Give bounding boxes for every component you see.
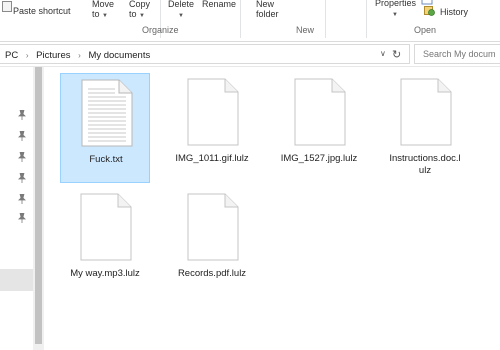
- chevron-down-icon: ▼: [392, 12, 398, 18]
- file-item-fuck-txt[interactable]: Fuck.txt: [60, 73, 150, 183]
- delete-label: Delete: [168, 0, 195, 9]
- blank-file-icon: [187, 193, 239, 261]
- properties-button[interactable]: Properties ▼: [375, 0, 416, 20]
- file-name-line-2: ulz: [418, 165, 432, 176]
- rename-button[interactable]: Rename: [202, 0, 236, 9]
- file-item-records[interactable]: Records.pdf.lulz: [167, 188, 257, 298]
- chevron-down-icon: ▼: [139, 13, 145, 19]
- ribbon: Paste shortcut Move to ▼ Copy to ▼ Delet…: [0, 0, 500, 42]
- text-file-icon: [81, 79, 133, 147]
- blank-file-icon: [187, 78, 239, 146]
- group-label-new: New: [296, 25, 315, 35]
- ribbon-separator: [366, 0, 367, 38]
- ribbon-separator: [240, 0, 241, 38]
- file-name: Fuck.txt: [89, 154, 123, 165]
- search-placeholder: Search My docum: [423, 49, 496, 59]
- pin-icon[interactable]: [18, 213, 26, 223]
- properties-label: Properties: [375, 0, 417, 8]
- move-to-label: Move: [92, 0, 115, 9]
- delete-button[interactable]: Delete ▼: [168, 0, 194, 21]
- breadcrumb-pictures[interactable]: Pictures: [36, 50, 70, 61]
- paste-shortcut-icon: [2, 1, 12, 12]
- history-icon: [424, 6, 435, 16]
- file-name: Instructions.doc.l ulz: [380, 153, 470, 177]
- blank-file-icon: [294, 78, 346, 146]
- chevron-down-icon: ▼: [102, 13, 108, 19]
- file-name: IMG_1527.jpg.lulz: [280, 153, 358, 164]
- breadcrumb: PC › Pictures › My documents: [5, 50, 150, 61]
- refresh-icon[interactable]: ↻: [392, 48, 401, 61]
- paste-shortcut-button[interactable]: Paste shortcut: [13, 6, 71, 16]
- group-label-open: Open: [414, 25, 437, 35]
- nav-scrollbar-thumb[interactable]: [35, 67, 42, 344]
- move-to-button[interactable]: Move to ▼: [92, 0, 114, 21]
- file-name-line-1: Instructions.doc.l: [389, 153, 461, 164]
- navigation-pane: [0, 67, 33, 350]
- file-name: My way.mp3.lulz: [70, 268, 140, 279]
- search-input[interactable]: Search My docum: [414, 44, 500, 64]
- history-button[interactable]: History: [440, 7, 468, 17]
- blank-file-icon: [400, 78, 452, 146]
- chevron-down-icon: ▼: [178, 13, 184, 19]
- new-folder-label-2: folder: [256, 9, 279, 19]
- pin-icon[interactable]: [18, 152, 26, 162]
- nav-item-selected[interactable]: [0, 269, 33, 291]
- pin-icon[interactable]: [18, 110, 26, 120]
- chevron-right-icon: ›: [25, 51, 29, 60]
- copy-to-label-2: to: [129, 9, 137, 19]
- file-item-instructions[interactable]: Instructions.doc.l ulz: [380, 73, 470, 183]
- move-to-label-2: to: [92, 9, 100, 19]
- new-folder-label: New: [256, 0, 275, 9]
- file-name: IMG_1011.gif.lulz: [175, 153, 249, 164]
- group-label-organize: Organize: [142, 25, 179, 35]
- address-dropdown-icon[interactable]: ∨: [380, 49, 386, 58]
- blank-file-icon: [80, 193, 132, 261]
- chevron-right-icon: ›: [78, 51, 81, 60]
- pin-icon[interactable]: [18, 194, 26, 204]
- pin-icon[interactable]: [18, 173, 26, 183]
- breadcrumb-my-documents[interactable]: My documents: [88, 50, 150, 61]
- file-name: Records.pdf.lulz: [177, 268, 247, 279]
- pin-icon[interactable]: [18, 131, 26, 141]
- address-row: PC › Pictures › My documents ∨ ↻ Search …: [0, 42, 500, 67]
- ribbon-separator: [325, 0, 326, 38]
- file-item-img-1527[interactable]: IMG_1527.jpg.lulz: [274, 73, 364, 183]
- new-folder-button[interactable]: New folder: [256, 0, 279, 19]
- breadcrumb-pc[interactable]: PC: [5, 50, 18, 61]
- copy-to-button[interactable]: Copy to ▼: [129, 0, 150, 21]
- file-item-my-way[interactable]: My way.mp3.lulz: [60, 188, 150, 298]
- file-item-img-1011[interactable]: IMG_1011.gif.lulz: [167, 73, 257, 183]
- address-bar[interactable]: PC › Pictures › My documents ∨ ↻: [0, 44, 410, 64]
- copy-to-label: Copy: [129, 0, 151, 9]
